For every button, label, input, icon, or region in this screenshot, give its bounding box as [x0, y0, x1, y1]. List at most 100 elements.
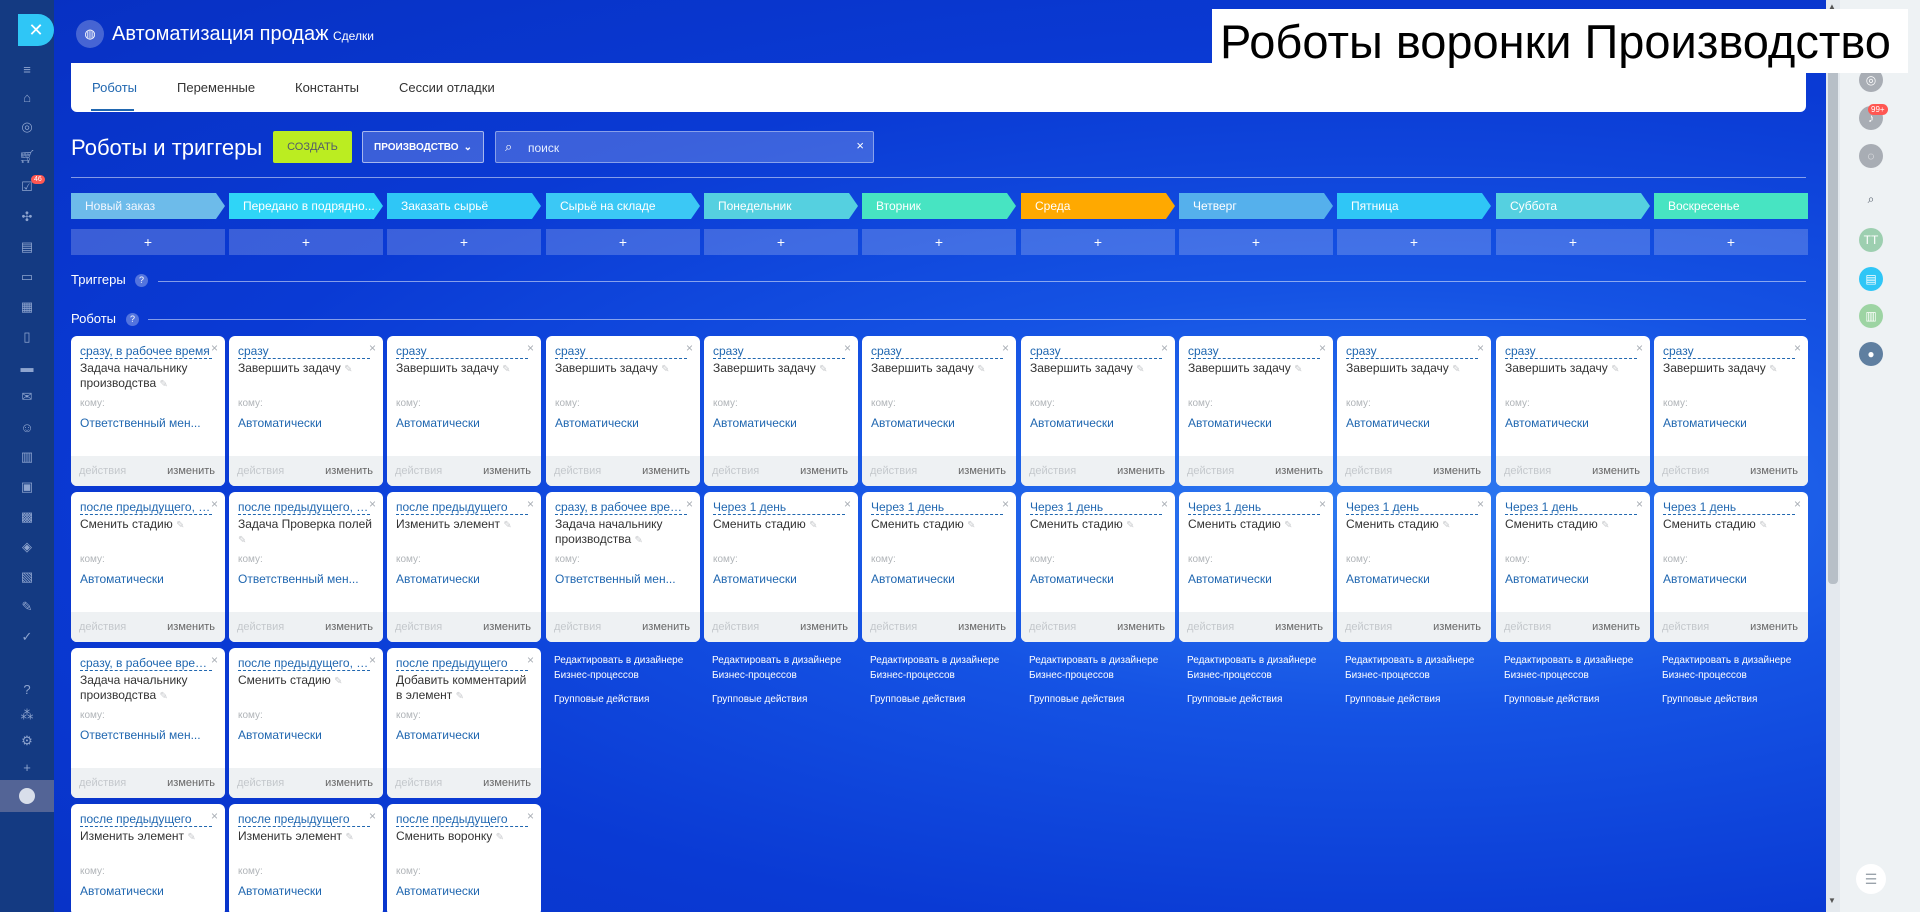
change-link[interactable]: изменить: [800, 465, 848, 477]
add-trigger-button[interactable]: +: [71, 229, 225, 255]
close-icon[interactable]: ×: [369, 809, 376, 823]
robot-delay-link[interactable]: Через 1 день: [1663, 500, 1795, 515]
edit-in-designer-link[interactable]: Редактировать в дизайнере Бизнес-процесс…: [712, 653, 862, 683]
assignee-link[interactable]: Автоматически: [238, 728, 376, 742]
group-actions-link[interactable]: Групповые действия: [1504, 692, 1654, 707]
robot-card[interactable]: Через 1 день × Сменить стадию ✎ кому: Автома…: [1654, 492, 1808, 642]
close-icon[interactable]: ×: [1794, 341, 1801, 355]
tab-constants[interactable]: Константы: [295, 80, 359, 95]
scrollbar-thumb[interactable]: [1828, 14, 1838, 584]
assignee-link[interactable]: Автоматически: [80, 572, 218, 586]
assignee-link[interactable]: Ответственный мен...: [80, 728, 218, 742]
close-icon[interactable]: ×: [211, 341, 218, 355]
close-icon[interactable]: ×: [369, 497, 376, 511]
robot-delay-link[interactable]: после предыдущего, п...: [238, 656, 370, 671]
robot-delay-link[interactable]: сразу: [1346, 344, 1478, 359]
group-actions-link[interactable]: Групповые действия: [1187, 692, 1337, 707]
robot-delay-link[interactable]: сразу: [1188, 344, 1320, 359]
robot-delay-link[interactable]: сразу: [238, 344, 370, 359]
robot-delay-link[interactable]: после предыдущего: [396, 500, 528, 515]
close-icon[interactable]: ×: [1636, 341, 1643, 355]
stage-11[interactable]: Воскресенье: [1654, 193, 1808, 219]
stage-9[interactable]: Пятница: [1337, 193, 1491, 219]
edit-in-designer-link[interactable]: Редактировать в дизайнере Бизнес-процесс…: [870, 653, 1020, 683]
assignee-link[interactable]: Автоматически: [555, 416, 693, 430]
contact-icon[interactable]: ▣: [17, 478, 37, 496]
robot-delay-link[interactable]: сразу, в рабочее время: [80, 344, 212, 359]
close-icon[interactable]: ×: [1319, 497, 1326, 511]
close-icon[interactable]: ×: [1319, 341, 1326, 355]
group-actions-link[interactable]: Групповые действия: [1029, 692, 1179, 707]
calendar-icon[interactable]: ▦: [17, 298, 37, 316]
group-actions-link[interactable]: Групповые действия: [870, 692, 1020, 707]
change-link[interactable]: изменить: [1750, 621, 1798, 633]
add-trigger-button[interactable]: +: [1654, 229, 1808, 255]
pencil-icon[interactable]: ✎: [1611, 364, 1619, 375]
assignee-link[interactable]: Автоматически: [396, 884, 534, 898]
pencil-icon[interactable]: ✎: [502, 364, 510, 375]
tab-robots[interactable]: Роботы: [92, 80, 137, 95]
add-trigger-button[interactable]: +: [1179, 229, 1333, 255]
pencil-icon[interactable]: ✎: [238, 535, 246, 546]
robot-delay-link[interactable]: сразу, в рабочее врем...: [555, 500, 687, 515]
puzzle-icon[interactable]: ✣: [17, 208, 37, 226]
pencil-icon[interactable]: ✎: [1126, 520, 1134, 531]
robot-delay-link[interactable]: Через 1 день: [1505, 500, 1637, 515]
pencil-icon[interactable]: ✎: [456, 691, 464, 702]
close-icon[interactable]: ×: [369, 341, 376, 355]
assignee-link[interactable]: Автоматически: [396, 728, 534, 742]
robot-delay-link[interactable]: после предыдущего: [396, 812, 528, 827]
category-dropdown[interactable]: ПРОИЗВОДСТВО ⌄: [362, 131, 484, 163]
robot-delay-link[interactable]: Через 1 день: [1188, 500, 1320, 515]
robot-delay-link[interactable]: сразу: [1505, 344, 1637, 359]
edit-in-designer-link[interactable]: Редактировать в дизайнере Бизнес-процесс…: [1345, 653, 1495, 683]
change-link[interactable]: изменить: [167, 777, 215, 789]
robot-card[interactable]: после предыдущего × Добавить комментарий в…: [387, 648, 541, 798]
change-link[interactable]: изменить: [1750, 465, 1798, 477]
change-link[interactable]: изменить: [642, 465, 690, 477]
document-icon[interactable]: ▥: [1859, 304, 1883, 328]
pencil-icon[interactable]: ✎: [977, 364, 985, 375]
pencil-icon[interactable]: ✎: [1769, 364, 1777, 375]
robot-delay-link[interactable]: Через 1 день: [871, 500, 1003, 515]
add-trigger-button[interactable]: +: [704, 229, 858, 255]
pencil-icon[interactable]: ✎: [1136, 364, 1144, 375]
assignee-link[interactable]: Автоматически: [871, 572, 1009, 586]
assignee-link[interactable]: Автоматически: [80, 884, 218, 898]
close-icon[interactable]: ×: [1477, 341, 1484, 355]
close-icon[interactable]: ×: [369, 653, 376, 667]
assignee-link[interactable]: Автоматически: [1188, 416, 1326, 430]
close-icon[interactable]: ×: [527, 497, 534, 511]
group-actions-link[interactable]: Групповые действия: [554, 692, 704, 707]
robot-delay-link[interactable]: после предыдущего, п...: [80, 500, 212, 515]
sitemap-icon[interactable]: ⁂: [17, 706, 37, 724]
robot-card[interactable]: сразу × Завершить задачу ✎ кому: Автоматичес…: [1179, 336, 1333, 486]
close-icon[interactable]: ×: [686, 341, 693, 355]
gear-icon[interactable]: ⚙: [17, 732, 37, 750]
sign-icon[interactable]: ✎: [17, 598, 37, 616]
pencil-icon[interactable]: ✎: [1442, 520, 1450, 531]
close-icon[interactable]: ×: [1794, 497, 1801, 511]
change-link[interactable]: изменить: [325, 621, 373, 633]
chat-icon[interactable]: ▭: [17, 268, 37, 286]
robot-card[interactable]: Через 1 день × Сменить стадию ✎ кому: Автома…: [704, 492, 858, 642]
robot-delay-link[interactable]: Через 1 день: [1030, 500, 1162, 515]
crown-icon[interactable]: [0, 780, 54, 812]
filter-icon[interactable]: ≡: [17, 60, 37, 78]
add-trigger-button[interactable]: +: [229, 229, 383, 255]
robot-card[interactable]: сразу × Завершить задачу ✎ кому: Автоматичес…: [229, 336, 383, 486]
robot-card[interactable]: сразу × Завершить задачу ✎ кому: Автоматичес…: [387, 336, 541, 486]
change-link[interactable]: изменить: [1433, 621, 1481, 633]
pencil-icon[interactable]: ✎: [159, 379, 167, 390]
change-link[interactable]: изменить: [1275, 621, 1323, 633]
stage-5[interactable]: Понедельник: [704, 193, 858, 219]
pencil-icon[interactable]: ✎: [1452, 364, 1460, 375]
search-icon[interactable]: ⌕: [1859, 187, 1883, 211]
close-icon[interactable]: ×: [211, 809, 218, 823]
search-input[interactable]: [528, 139, 828, 157]
change-link[interactable]: изменить: [642, 621, 690, 633]
close-icon[interactable]: ×: [527, 809, 534, 823]
robot-card[interactable]: сразу, в рабочее время × Задача начальнику…: [71, 336, 225, 486]
robot-card[interactable]: Через 1 день × Сменить стадию ✎ кому: Автома…: [1496, 492, 1650, 642]
change-link[interactable]: изменить: [958, 621, 1006, 633]
